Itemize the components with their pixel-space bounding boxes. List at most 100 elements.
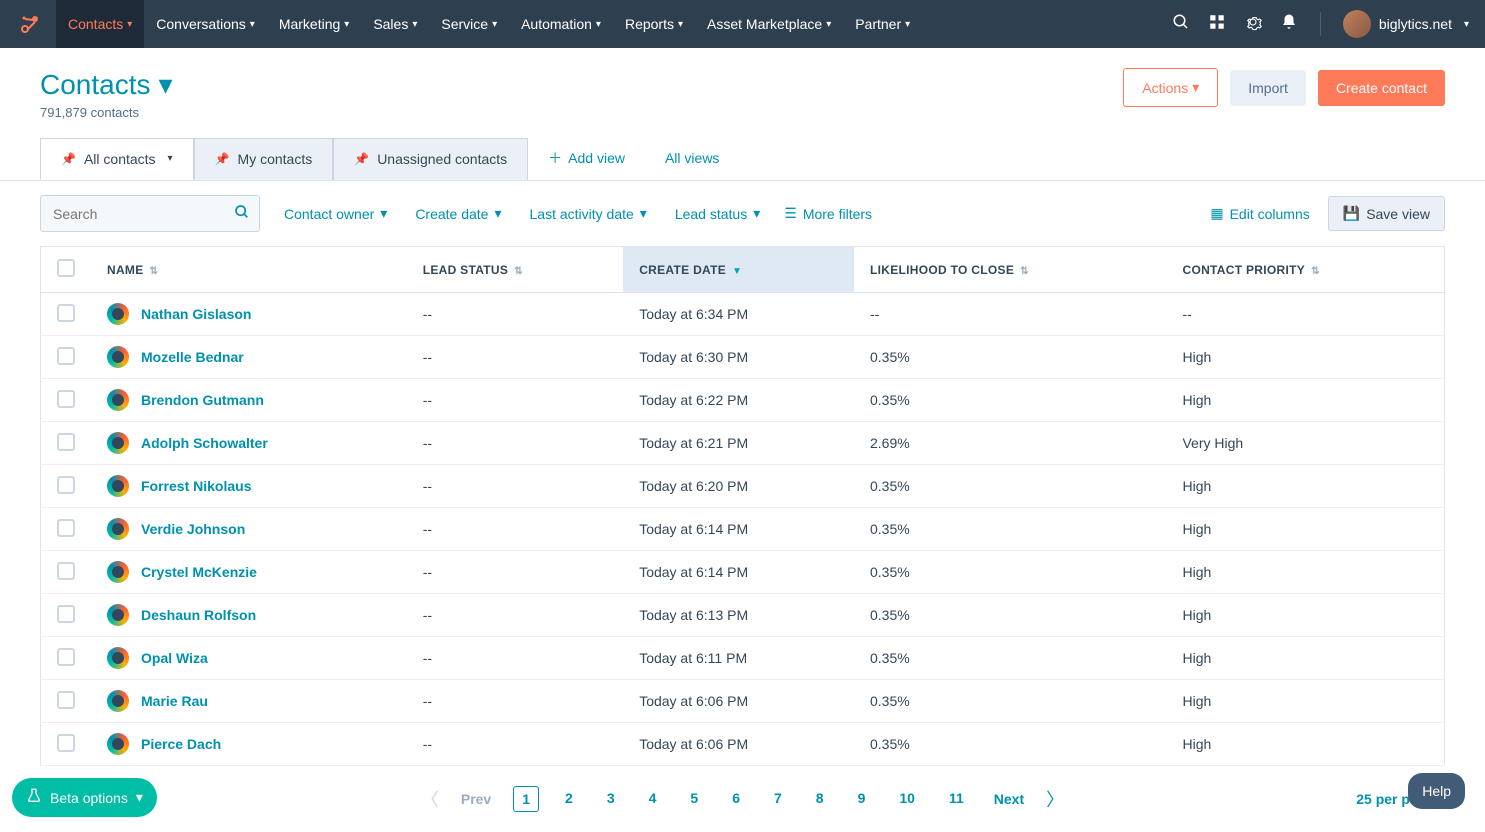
filter-create-date[interactable]: Create date▾ <box>415 205 501 222</box>
save-view-button[interactable]: 💾 Save view <box>1328 196 1445 231</box>
sort-icon: ⇅ <box>514 266 523 277</box>
row-checkbox[interactable] <box>57 562 75 580</box>
create-date-cell: Today at 6:06 PM <box>623 723 854 766</box>
gear-icon[interactable] <box>1244 13 1262 36</box>
actions-button[interactable]: Actions ▾ <box>1123 68 1218 107</box>
contact-name-link[interactable]: Forrest Nikolaus <box>141 478 251 494</box>
priority-cell: High <box>1166 465 1444 508</box>
search-input[interactable] <box>53 206 234 222</box>
nav-item-reports[interactable]: Reports▾ <box>613 0 695 48</box>
page-4[interactable]: 4 <box>641 786 665 812</box>
chevron-down-icon: ▾ <box>250 19 255 30</box>
nav-item-sales[interactable]: Sales▾ <box>361 0 429 48</box>
contact-avatar-icon <box>107 518 129 540</box>
page-8[interactable]: 8 <box>808 786 832 812</box>
row-checkbox[interactable] <box>57 476 75 494</box>
prev-arrow-icon: 〈 <box>421 786 439 812</box>
all-views-link[interactable]: All views <box>645 138 739 178</box>
nav-item-asset-marketplace[interactable]: Asset Marketplace▾ <box>695 0 843 48</box>
contact-name-link[interactable]: Marie Rau <box>141 693 208 709</box>
hubspot-logo-icon[interactable] <box>16 10 44 38</box>
column-header-likelihood-to-close[interactable]: LIKELIHOOD TO CLOSE⇅ <box>854 247 1167 293</box>
row-checkbox[interactable] <box>57 648 75 666</box>
row-checkbox[interactable] <box>57 347 75 365</box>
tab-unassigned-contacts[interactable]: 📌Unassigned contacts <box>333 138 528 180</box>
add-view-button[interactable]: ＋ Add view <box>528 136 645 180</box>
contact-name-link[interactable]: Mozelle Bednar <box>141 349 244 365</box>
priority-cell: High <box>1166 680 1444 723</box>
table-row: Marie Rau--Today at 6:06 PM0.35%High <box>41 680 1445 723</box>
row-checkbox[interactable] <box>57 519 75 537</box>
nav-item-service[interactable]: Service▾ <box>429 0 509 48</box>
table-row: Adolph Schowalter--Today at 6:21 PM2.69%… <box>41 422 1445 465</box>
nav-divider <box>1320 12 1321 36</box>
contact-name-link[interactable]: Crystel McKenzie <box>141 564 257 580</box>
create-date-cell: Today at 6:30 PM <box>623 336 854 379</box>
page-2[interactable]: 2 <box>557 786 581 812</box>
filter-last-activity-date[interactable]: Last activity date▾ <box>530 205 647 222</box>
chevron-down-icon: ▾ <box>596 19 601 30</box>
marketplace-icon[interactable] <box>1208 13 1226 36</box>
page-3[interactable]: 3 <box>599 786 623 812</box>
priority-cell: High <box>1166 508 1444 551</box>
beta-options-button[interactable]: Beta options ▾ <box>12 778 157 817</box>
chevron-down-icon: ▾ <box>905 19 910 30</box>
row-checkbox[interactable] <box>57 691 75 709</box>
page-11[interactable]: 11 <box>941 786 972 812</box>
row-checkbox[interactable] <box>57 390 75 408</box>
tab-all-contacts[interactable]: 📌All contacts▾ <box>40 138 194 180</box>
create-date-cell: Today at 6:14 PM <box>623 551 854 594</box>
search-icon[interactable] <box>1172 13 1190 36</box>
chevron-down-icon: ▾ <box>412 19 417 30</box>
contact-name-link[interactable]: Nathan Gislason <box>141 306 251 322</box>
edit-columns-button[interactable]: ▦ Edit columns <box>1210 205 1309 222</box>
page-1[interactable]: 1 <box>513 786 539 812</box>
nav-item-conversations[interactable]: Conversations▾ <box>144 0 267 48</box>
next-arrow-icon[interactable]: 〉 <box>1046 786 1064 812</box>
more-filters-button[interactable]: ☰ More filters <box>784 205 872 222</box>
contact-name-link[interactable]: Deshaun Rolfson <box>141 607 256 623</box>
filters-row: Contact owner▾ Create date▾ Last activity … <box>0 181 1485 246</box>
help-button[interactable]: Help <box>1408 773 1465 809</box>
page-9[interactable]: 9 <box>850 786 874 812</box>
priority-cell: High <box>1166 637 1444 680</box>
avatar <box>1343 10 1371 38</box>
page-5[interactable]: 5 <box>682 786 706 812</box>
tab-my-contacts[interactable]: 📌My contacts <box>194 138 334 180</box>
contact-name-link[interactable]: Verdie Johnson <box>141 521 245 537</box>
flask-icon <box>26 788 42 807</box>
search-icon[interactable] <box>234 204 250 223</box>
column-header-create-date[interactable]: CREATE DATE▼ <box>623 247 854 293</box>
nav-item-automation[interactable]: Automation▾ <box>509 0 613 48</box>
contact-avatar-icon <box>107 475 129 497</box>
page-title[interactable]: Contacts ▾ <box>40 68 173 101</box>
lead-status-cell: -- <box>407 551 624 594</box>
filter-lead-status[interactable]: Lead status▾ <box>675 205 760 222</box>
contact-name-link[interactable]: Pierce Dach <box>141 736 221 752</box>
contact-name-link[interactable]: Opal Wiza <box>141 650 208 666</box>
next-link[interactable]: Next <box>986 787 1032 811</box>
page-6[interactable]: 6 <box>724 786 748 812</box>
bell-icon[interactable] <box>1280 13 1298 36</box>
filter-contact-owner[interactable]: Contact owner▾ <box>284 205 387 222</box>
nav-item-marketing[interactable]: Marketing▾ <box>267 0 362 48</box>
account-menu[interactable]: biglytics.net ▾ <box>1343 10 1469 38</box>
row-checkbox[interactable] <box>57 734 75 752</box>
column-header-lead-status[interactable]: LEAD STATUS⇅ <box>407 247 624 293</box>
nav-item-contacts[interactable]: Contacts▾ <box>56 0 144 48</box>
column-header-contact-priority[interactable]: CONTACT PRIORITY⇅ <box>1166 247 1444 293</box>
nav-item-partner[interactable]: Partner▾ <box>843 0 922 48</box>
select-all-checkbox[interactable] <box>57 259 75 277</box>
priority-cell: High <box>1166 551 1444 594</box>
page-7[interactable]: 7 <box>766 786 790 812</box>
contact-name-link[interactable]: Adolph Schowalter <box>141 435 268 451</box>
page-10[interactable]: 10 <box>891 786 923 812</box>
create-contact-button[interactable]: Create contact <box>1318 70 1445 106</box>
row-checkbox[interactable] <box>57 304 75 322</box>
import-button[interactable]: Import <box>1230 70 1306 106</box>
row-checkbox[interactable] <box>57 605 75 623</box>
column-header-name[interactable]: NAME⇅ <box>91 247 407 293</box>
likelihood-cell: 2.69% <box>854 422 1167 465</box>
row-checkbox[interactable] <box>57 433 75 451</box>
contact-name-link[interactable]: Brendon Gutmann <box>141 392 264 408</box>
